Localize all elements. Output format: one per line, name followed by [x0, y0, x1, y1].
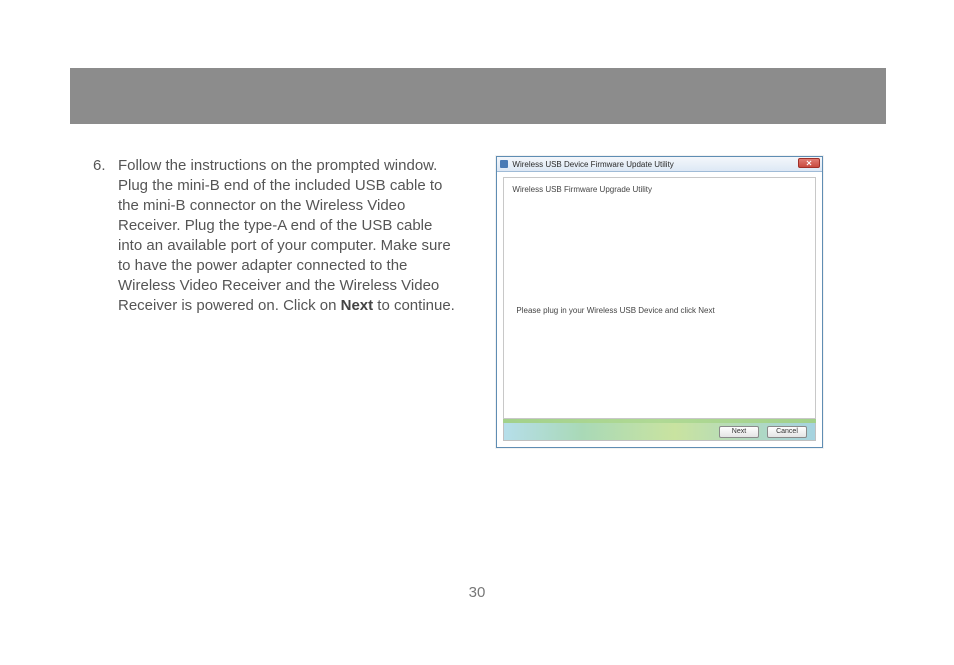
step-text-bold: Next: [341, 297, 374, 314]
content-row: 6. Follow the instructions on the prompt…: [93, 156, 823, 448]
window-icon: [500, 160, 508, 168]
firmware-update-dialog: Wireless USB Device Firmware Update Util…: [496, 156, 823, 448]
dialog-title: Wireless USB Device Firmware Update Util…: [512, 160, 673, 169]
dialog-instruction: Please plug in your Wireless USB Device …: [516, 306, 803, 315]
header-bar: [70, 68, 886, 124]
dialog-button-bar: Next Cancel: [503, 423, 816, 441]
close-icon[interactable]: [798, 158, 820, 168]
cancel-button[interactable]: Cancel: [767, 426, 807, 438]
step-text-before: Follow the instructions on the prompted …: [118, 157, 451, 314]
dialog-body: Wireless USB Firmware Upgrade Utility Pl…: [503, 177, 816, 419]
dialog-titlebar: Wireless USB Device Firmware Update Util…: [497, 157, 822, 172]
step-number: 6.: [93, 156, 118, 316]
instruction-block: 6. Follow the instructions on the prompt…: [93, 156, 456, 316]
dialog-subtitle: Wireless USB Firmware Upgrade Utility: [512, 185, 807, 194]
page-number: 30: [0, 584, 954, 601]
step-text-after: to continue.: [373, 297, 455, 314]
next-button[interactable]: Next: [719, 426, 759, 438]
step-text: Follow the instructions on the prompted …: [118, 156, 456, 316]
